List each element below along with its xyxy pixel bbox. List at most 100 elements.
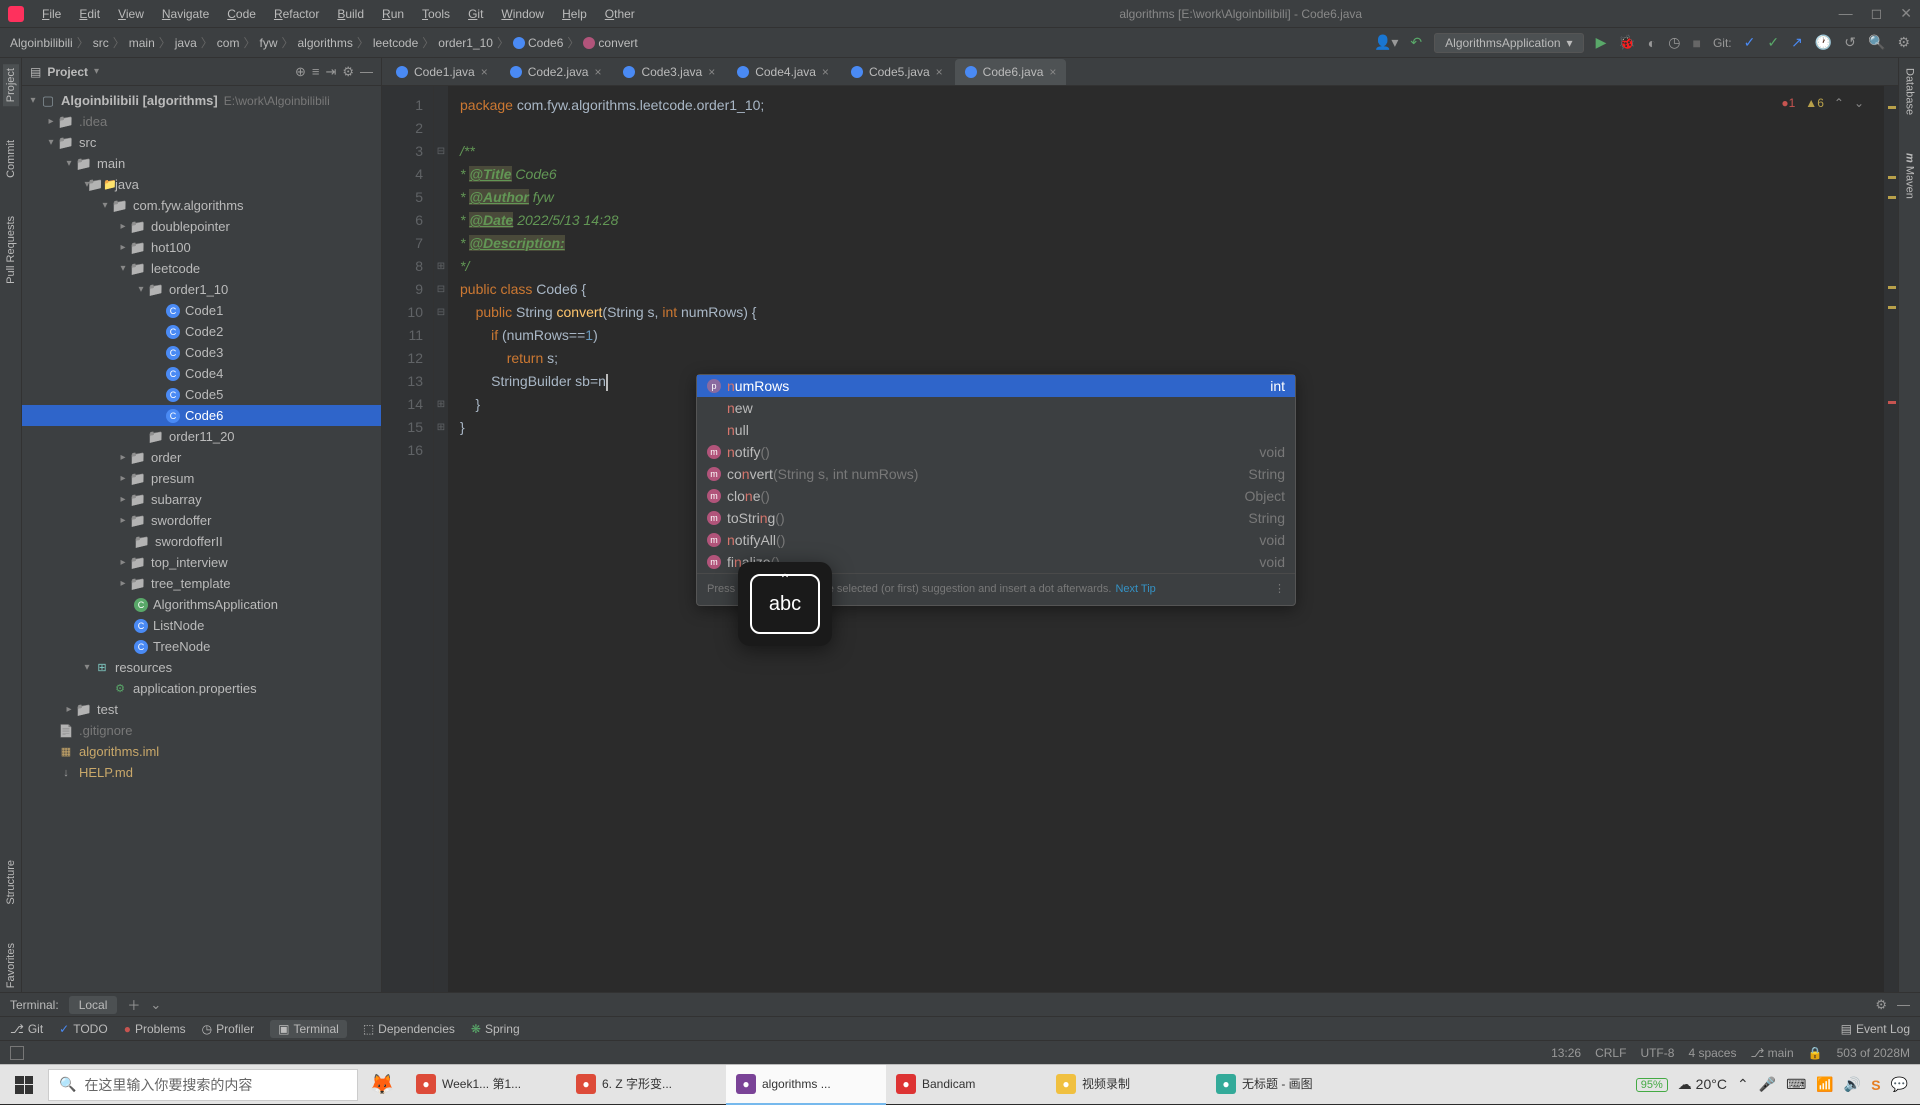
todo-tool[interactable]: ✓TODO	[59, 1022, 108, 1036]
project-tool-tab[interactable]: Project	[3, 64, 19, 106]
breadcrumb-main[interactable]: main	[129, 36, 155, 50]
tree-pkg[interactable]: ▾com.fyw.algorithms	[22, 195, 381, 216]
completion-item[interactable]: mconvert(String s, int numRows)String	[697, 463, 1295, 485]
taskbar-cortana[interactable]: 🦊	[358, 1065, 406, 1105]
breadcrumb-src[interactable]: src	[93, 36, 109, 50]
menu-git[interactable]: Git	[460, 4, 491, 24]
taskbar-app[interactable]: ●Bandicam	[886, 1065, 1046, 1105]
editor-tab-Code6.java[interactable]: Code6.java×	[955, 59, 1067, 85]
tree-code6[interactable]: Code6	[22, 405, 381, 426]
maven-tool-tab[interactable]: m Maven	[1902, 149, 1918, 203]
git-commit-icon[interactable]: ✓	[1767, 34, 1779, 51]
terminal-dropdown[interactable]: ⌄	[150, 997, 161, 1013]
coverage-button[interactable]: ◐	[1648, 35, 1656, 51]
project-view-dropdown[interactable]: ▾	[94, 66, 99, 77]
git-history-icon[interactable]: 🕐	[1815, 34, 1832, 51]
project-title[interactable]: Project	[47, 65, 88, 79]
tree-order1-10[interactable]: ▾order1_10	[22, 279, 381, 300]
code-editor[interactable]: 12345678910111213141516 ⊟ ⊞⊟⊟ ⊞⊞ ●1 ▲6 ⌃…	[382, 86, 1898, 992]
menu-view[interactable]: View	[110, 4, 152, 24]
run-button[interactable]: ▶	[1596, 34, 1607, 51]
memory-indicator[interactable]: 503 of 2028M	[1837, 1046, 1910, 1060]
maximize-button[interactable]: ◻	[1871, 5, 1883, 22]
database-tool-tab[interactable]: Database	[1902, 64, 1918, 119]
menu-window[interactable]: Window	[493, 4, 552, 24]
terminal-add-tab[interactable]: ＋	[127, 995, 140, 1014]
tray-keyboard[interactable]: ⌨	[1786, 1076, 1806, 1093]
taskbar-app[interactable]: ●6. Z 字形变...	[566, 1065, 726, 1105]
tree-code3[interactable]: Code3	[22, 342, 381, 363]
expand-icon[interactable]: ≡	[312, 64, 320, 79]
menu-file[interactable]: File	[34, 4, 69, 24]
tree-code2[interactable]: Code2	[22, 321, 381, 342]
tree-listnode[interactable]: ListNode	[22, 615, 381, 636]
settings-icon[interactable]: ⚙	[1897, 34, 1910, 51]
tray-mic[interactable]: 🎤	[1759, 1076, 1776, 1093]
menu-edit[interactable]: Edit	[71, 4, 108, 24]
taskbar-app[interactable]: ●Week1... 第1...	[406, 1065, 566, 1105]
git-update-icon[interactable]: ✓	[1744, 34, 1756, 51]
editor-tab-Code2.java[interactable]: Code2.java×	[500, 59, 612, 85]
breadcrumb-algorithms[interactable]: algorithms	[298, 36, 353, 50]
completion-menu-icon[interactable]: ⋮	[1274, 578, 1285, 601]
tray-notifications[interactable]: 💬	[1891, 1076, 1908, 1093]
locate-icon[interactable]: ⊕	[295, 64, 306, 80]
completion-item[interactable]: mnotify()void	[697, 441, 1295, 463]
tree-tree-template[interactable]: ▸tree_template	[22, 573, 381, 594]
commit-tool-tab[interactable]: Commit	[3, 136, 19, 182]
completion-item[interactable]: new	[697, 397, 1295, 419]
tree-idea[interactable]: ▸.idea	[22, 111, 381, 132]
tray-volume[interactable]: 🔊	[1844, 1076, 1861, 1093]
tree-code4[interactable]: Code4	[22, 363, 381, 384]
breadcrumb-leetcode[interactable]: leetcode	[373, 36, 418, 50]
settings-icon[interactable]: ⚙	[342, 64, 354, 80]
caret-position[interactable]: 13:26	[1551, 1046, 1581, 1060]
next-tip-link[interactable]: Next Tip	[1115, 578, 1155, 601]
stop-button[interactable]: ■	[1692, 35, 1700, 51]
system-tray[interactable]: 95% ☁ 20°C ⌃ 🎤 ⌨ 📶 🔊 S 💬	[1624, 1076, 1920, 1093]
completion-item[interactable]: mtoString()String	[697, 507, 1295, 529]
collapse-icon[interactable]: ⇥	[325, 64, 336, 80]
back-icon[interactable]: ↶	[1410, 34, 1422, 51]
error-stripe[interactable]	[1884, 86, 1898, 992]
menu-help[interactable]: Help	[554, 4, 595, 24]
close-icon[interactable]: ×	[1049, 65, 1056, 79]
debug-button[interactable]: 🐞	[1618, 34, 1635, 51]
breadcrumb-com[interactable]: com	[217, 36, 240, 50]
tree-swordoffer2[interactable]: swordofferII	[22, 531, 381, 552]
breadcrumb-Algoinbilibili[interactable]: Algoinbilibili	[10, 36, 73, 50]
taskbar-app[interactable]: ●无标题 - 画图	[1206, 1065, 1366, 1105]
git-rollback-icon[interactable]: ↺	[1844, 34, 1856, 51]
editor-tab-Code1.java[interactable]: Code1.java×	[386, 59, 498, 85]
fold-gutter[interactable]: ⊟ ⊞⊟⊟ ⊞⊞	[434, 86, 448, 992]
tree-help-md[interactable]: HELP.md	[22, 762, 381, 783]
tree-algo-iml[interactable]: ▦algorithms.iml	[22, 741, 381, 762]
terminal-tab-local[interactable]: Local	[69, 996, 118, 1014]
favorites-tool-tab[interactable]: Favorites	[3, 939, 19, 992]
close-icon[interactable]: ×	[594, 65, 601, 79]
menu-run[interactable]: Run	[374, 4, 412, 24]
terminal-settings-icon[interactable]: ⚙	[1875, 997, 1887, 1013]
editor-tab-Code4.java[interactable]: Code4.java×	[727, 59, 839, 85]
breadcrumb[interactable]: Algoinbilibili〉src〉main〉java〉com〉fyw〉alg…	[10, 34, 638, 51]
pull-requests-tool-tab[interactable]: Pull Requests	[3, 212, 19, 288]
hide-icon[interactable]: —	[360, 64, 373, 79]
completion-item[interactable]: pnumRowsint	[697, 375, 1295, 397]
completion-item[interactable]: null	[697, 419, 1295, 441]
profile-button[interactable]: ◷	[1668, 34, 1680, 51]
tray-wifi[interactable]: 📶	[1816, 1076, 1833, 1093]
minimize-button[interactable]: —	[1839, 5, 1853, 22]
git-push-icon[interactable]: ↗	[1791, 34, 1803, 51]
tree-src[interactable]: ▾src	[22, 132, 381, 153]
structure-tool-tab[interactable]: Structure	[3, 856, 19, 909]
tree-treenode[interactable]: TreeNode	[22, 636, 381, 657]
inspection-widget[interactable]: ●1 ▲6 ⌃⌄	[1781, 92, 1864, 115]
tree-top-interview[interactable]: ▸top_interview	[22, 552, 381, 573]
tree-test[interactable]: ▸test	[22, 699, 381, 720]
tree-algo-app[interactable]: AlgorithmsApplication	[22, 594, 381, 615]
completion-item[interactable]: mclone()Object	[697, 485, 1295, 507]
breadcrumb-java[interactable]: java	[175, 36, 197, 50]
user-icon[interactable]: 👤▾	[1374, 34, 1398, 51]
close-icon[interactable]: ×	[708, 65, 715, 79]
menu-code[interactable]: Code	[219, 4, 264, 24]
